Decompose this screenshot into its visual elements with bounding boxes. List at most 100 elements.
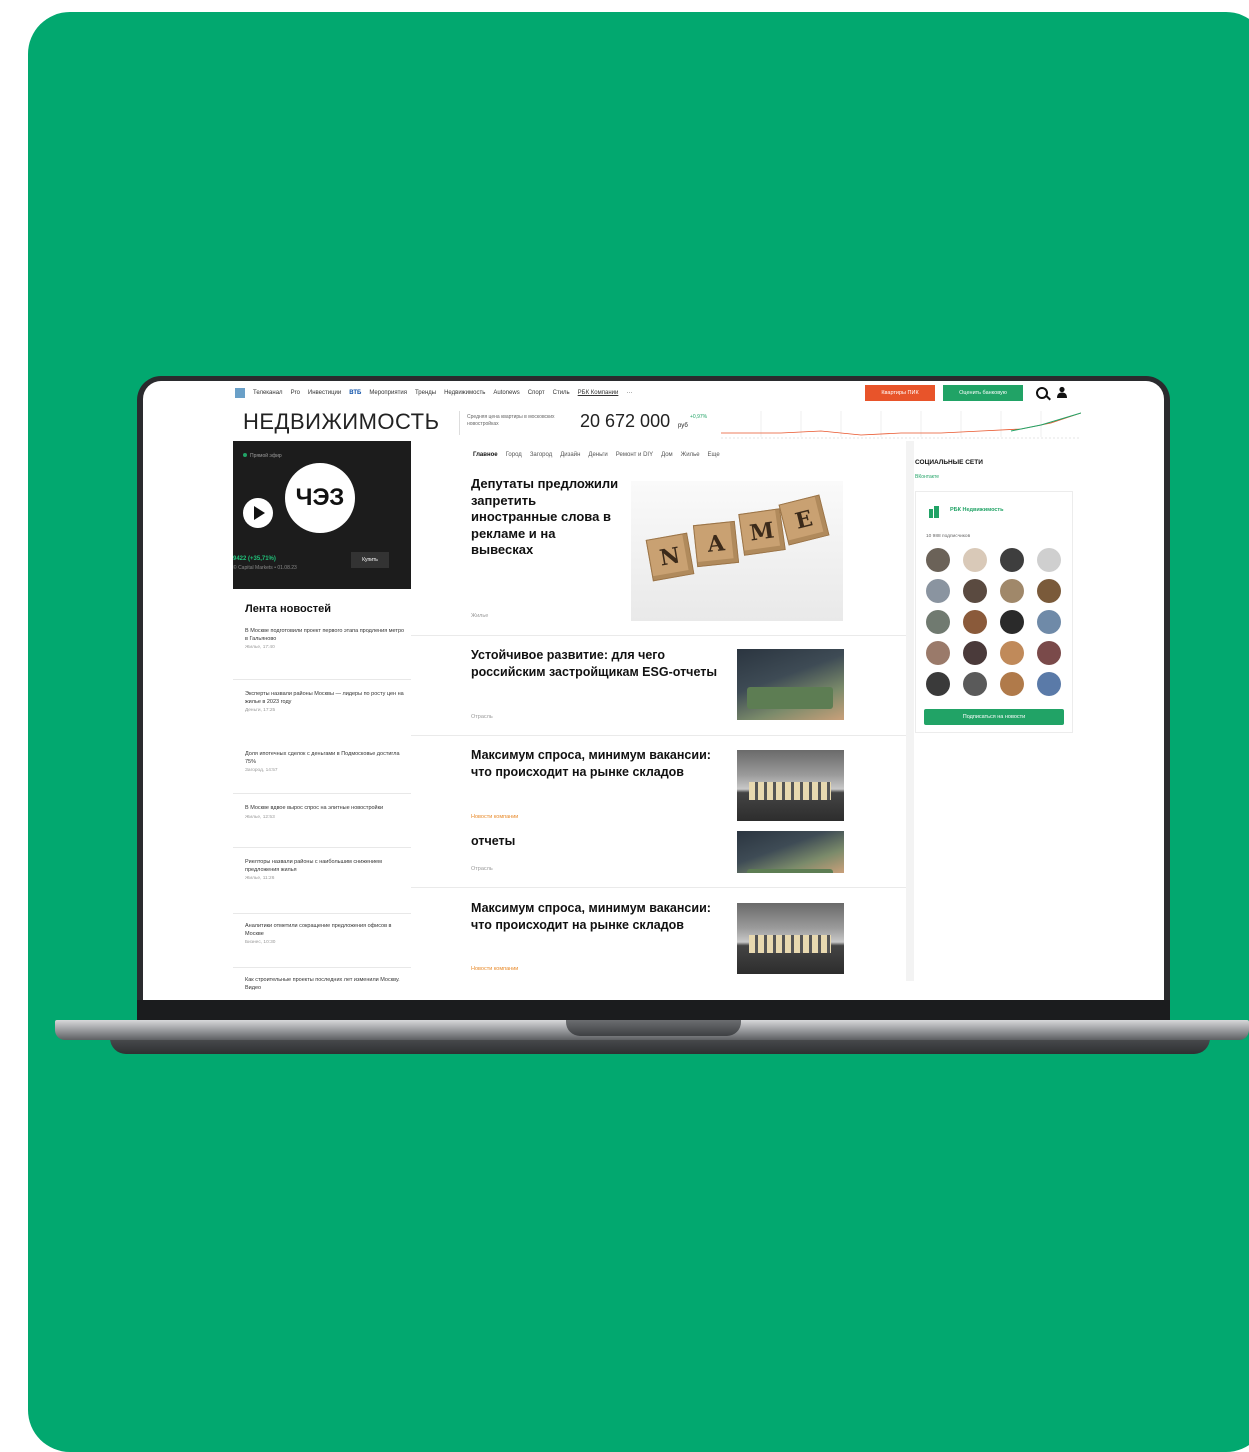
avatar[interactable] xyxy=(1000,672,1024,696)
nav-item[interactable]: ВТБ xyxy=(349,390,361,396)
price-change: +0,97% xyxy=(690,414,708,420)
nav-item[interactable]: Pro xyxy=(291,390,300,396)
article-headline[interactable]: Максимум спроса, минимум вакансии: что п… xyxy=(471,747,726,780)
section-title[interactable]: НЕДВИЖИМОСТЬ xyxy=(243,409,440,435)
article-thumbnail[interactable] xyxy=(737,831,844,873)
tab[interactable]: Дом xyxy=(661,452,673,458)
nav-item[interactable]: Autonews xyxy=(493,390,519,396)
ticker-source: © Capital Markets • 01.08.23 xyxy=(233,565,297,571)
feed-item[interactable]: Эксперты назвали районы Москвы — лидеры … xyxy=(245,691,405,715)
tab[interactable]: Дизайн xyxy=(560,452,580,458)
divider xyxy=(233,847,411,848)
play-icon[interactable] xyxy=(243,498,273,528)
laptop-notch xyxy=(566,1020,741,1036)
avatar[interactable] xyxy=(1037,548,1061,572)
avatar[interactable] xyxy=(1037,610,1061,634)
article-rubric[interactable]: Новости компании xyxy=(471,814,518,820)
article-rubric[interactable]: Жилье xyxy=(471,613,488,619)
vk-subscriber-count: 10 988 подписчиков xyxy=(926,534,971,539)
tab[interactable]: Ремонт и DIY xyxy=(616,452,653,458)
user-icon[interactable] xyxy=(1056,386,1068,398)
nav-item[interactable]: Мероприятия xyxy=(369,390,407,396)
feed-item-text[interactable]: В Москве вдвое вырос спрос на элитные но… xyxy=(245,805,383,811)
tab[interactable]: Еще xyxy=(708,452,720,458)
avatar[interactable] xyxy=(1000,579,1024,603)
vk-widget: РБК Недвижимость 10 988 подписчиков Подп… xyxy=(915,491,1073,733)
promo-button-green[interactable]: Оценить банковую xyxy=(943,385,1023,401)
article-rubric[interactable]: Новости компании xyxy=(471,966,518,972)
article-rubric[interactable]: Отрасль xyxy=(471,866,493,872)
article-thumbnail[interactable] xyxy=(737,649,844,720)
social-network-tab[interactable]: ВКонтакте xyxy=(915,474,939,480)
vk-group-name[interactable]: РБК Недвижимость xyxy=(950,507,1004,513)
article-headline[interactable]: Максимум спроса, минимум вакансии: что п… xyxy=(471,900,726,933)
avatar[interactable] xyxy=(963,548,987,572)
promo-button-orange[interactable]: Квартиры ПИК xyxy=(865,385,935,401)
divider xyxy=(411,887,906,888)
subscribe-button[interactable]: Подписаться на новости xyxy=(924,709,1064,725)
avatar[interactable] xyxy=(1037,641,1061,665)
rbc-logo-icon[interactable] xyxy=(235,388,245,398)
feed-item[interactable]: Доля ипотечных сделок с деньгами в Подмо… xyxy=(245,751,405,775)
nav-item[interactable]: Спорт xyxy=(528,390,545,396)
nav-item[interactable]: Тренды xyxy=(415,390,436,396)
tab[interactable]: Загород xyxy=(530,452,552,458)
feed-item[interactable]: Риелторы назвали районы с наибольшим сни… xyxy=(245,859,405,883)
feed-item-text[interactable]: В Москве подготовили проект первого этап… xyxy=(245,628,404,642)
divider xyxy=(459,411,460,435)
tab[interactable]: Деньги xyxy=(588,452,607,458)
feed-item-meta: Жилье, 12:53 xyxy=(245,814,275,820)
more-icon[interactable]: ··· xyxy=(626,390,632,396)
feed-item-text[interactable]: Доля ипотечных сделок с деньгами в Подмо… xyxy=(245,751,400,765)
nav-item[interactable]: Телеканал xyxy=(253,390,283,396)
article-headline[interactable]: Депутаты предложили запретить иностранны… xyxy=(471,476,621,559)
avatar[interactable] xyxy=(926,672,950,696)
feed-item[interactable]: Аналитики отметили сокращение предложени… xyxy=(245,923,405,947)
search-icon[interactable] xyxy=(1036,387,1048,399)
price-sparkline xyxy=(721,411,1081,439)
avatar[interactable] xyxy=(963,672,987,696)
avatar[interactable] xyxy=(963,641,987,665)
promo-card[interactable]: Прямой эфир ЧЭЗ 9422 (+35,71%) © Capital… xyxy=(233,441,411,589)
article-thumbnail[interactable] xyxy=(737,750,844,821)
feed-item[interactable]: В Москве вдвое вырос спрос на элитные но… xyxy=(245,805,405,821)
tab[interactable]: Город xyxy=(506,452,522,458)
avatar[interactable] xyxy=(1037,579,1061,603)
avatar[interactable] xyxy=(926,579,950,603)
buy-button[interactable]: Купить xyxy=(351,552,389,568)
divider xyxy=(411,635,906,636)
avatar-grid xyxy=(926,548,1066,696)
avatar[interactable] xyxy=(963,610,987,634)
article-headline[interactable]: Устойчивое развитие: для чего российским… xyxy=(471,647,726,680)
avatar[interactable] xyxy=(1000,641,1024,665)
nav-item[interactable]: Недвижимость xyxy=(444,390,485,396)
letter-cube: A xyxy=(692,520,740,568)
tab[interactable]: Главное xyxy=(473,452,498,458)
article-image[interactable]: N A M E xyxy=(631,481,843,621)
article-thumbnail[interactable] xyxy=(737,903,844,974)
price-caption: Средняя цена квартиры в московских новос… xyxy=(467,414,555,427)
nav-item[interactable]: РБК Компании xyxy=(578,390,619,396)
avatar[interactable] xyxy=(926,610,950,634)
feed-item-text[interactable]: Риелторы назвали районы с наибольшим сни… xyxy=(245,859,382,873)
nav-item[interactable]: Инвестиции xyxy=(308,390,341,396)
laptop-base-shadow xyxy=(110,1038,1210,1054)
avatar[interactable] xyxy=(963,579,987,603)
article-rubric[interactable]: Отрасль xyxy=(471,714,493,720)
feed-item[interactable]: Как строительные проекты последних лет и… xyxy=(245,977,405,992)
divider xyxy=(233,679,411,680)
section-tabs: Главное Город Загород Дизайн Деньги Ремо… xyxy=(473,452,720,458)
avatar[interactable] xyxy=(926,548,950,572)
article-headline[interactable]: отчеты xyxy=(471,833,671,850)
avatar[interactable] xyxy=(1037,672,1061,696)
avatar[interactable] xyxy=(1000,548,1024,572)
feed-item-text[interactable]: Эксперты назвали районы Москвы — лидеры … xyxy=(245,691,404,705)
tab[interactable]: Жилье xyxy=(681,452,700,458)
feed-item-text[interactable]: Аналитики отметили сокращение предложени… xyxy=(245,923,391,937)
feed-item-meta: Загород, 14:57 xyxy=(245,768,278,773)
feed-item[interactable]: В Москве подготовили проект первого этап… xyxy=(245,628,405,652)
avatar[interactable] xyxy=(926,641,950,665)
nav-item[interactable]: Стиль xyxy=(553,390,570,396)
feed-item-text[interactable]: Как строительные проекты последних лет и… xyxy=(245,977,400,991)
avatar[interactable] xyxy=(1000,610,1024,634)
